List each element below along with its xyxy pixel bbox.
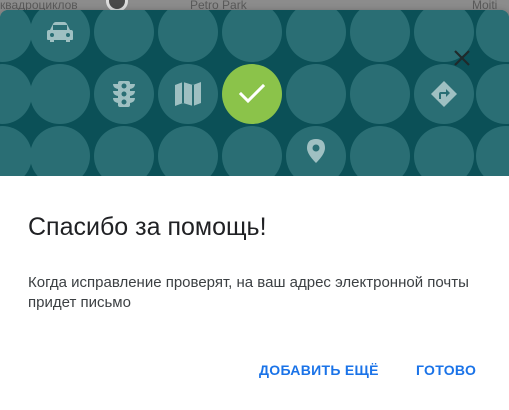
place-icon [307,139,325,163]
pattern-circle [158,64,218,124]
dialog-title: Спасибо за помощь! [28,213,267,241]
pattern-circle [350,64,410,124]
add-more-button[interactable]: ДОБАВИТЬ ЕЩЁ [259,358,379,382]
dialog-header-pattern [0,10,509,176]
traffic-light-icon [113,81,135,107]
pattern-circle [94,126,154,176]
check-icon [239,84,265,104]
pattern-circle [0,10,32,62]
thank-you-dialog: Спасибо за помощь! Когда исправление про… [0,10,509,410]
pattern-circle [94,64,154,124]
pattern-circle [222,10,282,62]
pattern-circle [414,126,474,176]
dialog-message: Когда исправление проверят, на ваш адрес… [28,274,469,311]
done-button[interactable]: ГОТОВО [416,358,476,382]
pattern-circle [414,64,474,124]
directions-icon [431,81,457,107]
pattern-circle [350,10,410,62]
pattern-circle [30,10,90,62]
pattern-circle [94,10,154,62]
pattern-circle [476,126,509,176]
pattern-circle [30,64,90,124]
map-icon [175,82,201,106]
pattern-circle [286,10,346,62]
pattern-circle [286,64,346,124]
success-check-circle [222,64,282,124]
pattern-circle [222,126,282,176]
pattern-circle [286,126,346,176]
pattern-circle [0,64,32,124]
close-button[interactable] [448,44,476,72]
close-icon [454,50,470,66]
pattern-circle [30,126,90,176]
pattern-circle [0,126,32,176]
pattern-circle [158,10,218,62]
pattern-circle [350,126,410,176]
pattern-circle [476,64,509,124]
pattern-circle [476,10,509,62]
pattern-circle [158,126,218,176]
car-icon [47,22,73,42]
